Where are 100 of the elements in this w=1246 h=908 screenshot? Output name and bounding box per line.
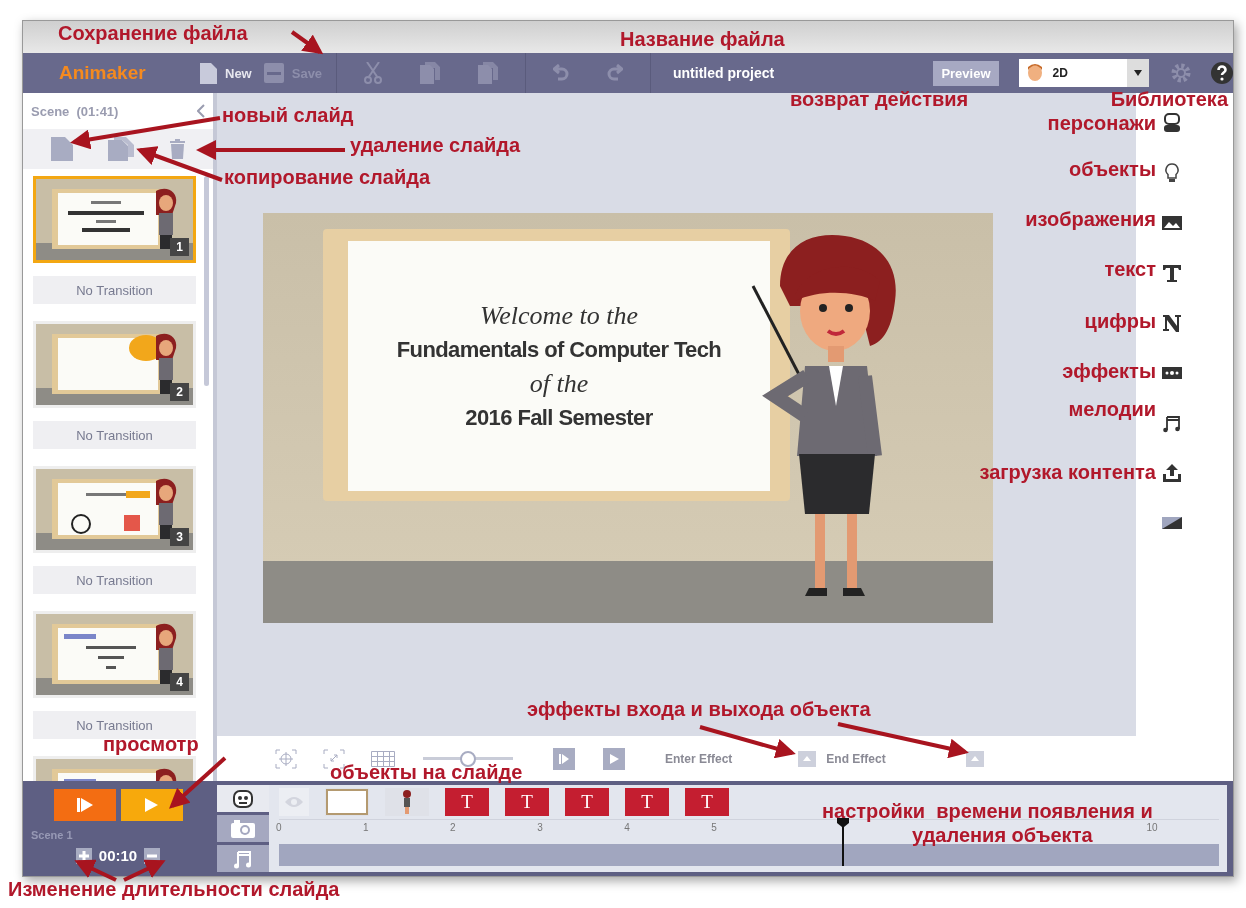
cut-button[interactable] — [364, 62, 383, 84]
library-button[interactable] — [1162, 313, 1182, 333]
scissors-icon — [364, 62, 383, 84]
trash-icon — [170, 139, 186, 159]
board-icon — [326, 789, 368, 815]
annotation-arrow — [74, 859, 117, 882]
character-figure-icon — [401, 790, 413, 814]
caret-up-icon — [803, 756, 812, 761]
upload-icon — [1162, 463, 1182, 483]
scene-duration: 00:10 — [98, 847, 138, 864]
copy-icon — [420, 62, 441, 84]
slide-number: 1 — [170, 238, 189, 256]
delete-slide-button[interactable] — [170, 139, 186, 159]
scene-label: Scene 1 — [31, 829, 73, 841]
annotation-label: цифры — [1084, 310, 1156, 333]
annotation-label: загрузка контента — [979, 461, 1156, 484]
text-object-button[interactable]: T — [625, 788, 669, 816]
pages-icon — [108, 137, 135, 161]
project-title: untitled project — [673, 65, 776, 81]
slide-thumbnail[interactable]: 4 — [33, 611, 196, 698]
music-note-icon — [233, 848, 253, 869]
robot-face-icon — [233, 789, 253, 808]
play-from-icon — [559, 753, 569, 764]
play-button[interactable] — [120, 789, 183, 821]
library-button[interactable] — [1162, 213, 1182, 233]
annotation-label: возврат действия — [790, 88, 969, 111]
transition-button[interactable]: No Transition — [33, 566, 196, 594]
play-from-button[interactable] — [553, 747, 575, 770]
copy-slide-button[interactable] — [108, 137, 135, 161]
transition-button[interactable]: No Transition — [33, 276, 196, 304]
caret-up-icon — [970, 756, 979, 761]
annotation-label: удаление слайда — [350, 134, 521, 157]
tick-label: 10 — [1146, 822, 1158, 833]
text-object-button[interactable]: T — [505, 788, 549, 816]
tick-label: 0 — [276, 822, 282, 833]
annotation-label: Название файла — [620, 28, 785, 51]
end-effect-button[interactable] — [965, 750, 984, 767]
avatar-icon — [1026, 64, 1043, 82]
light-bulb-icon — [1162, 163, 1182, 183]
tick-label: 5 — [711, 822, 717, 833]
help-button[interactable] — [1211, 62, 1233, 84]
annotation-label: персонажи — [1047, 112, 1156, 135]
scrollbar[interactable] — [204, 176, 209, 386]
tick-label: 3 — [537, 822, 543, 833]
plus-icon — [78, 850, 89, 861]
library-button[interactable] — [1162, 413, 1182, 433]
chevron-left-icon — [197, 104, 205, 118]
library-button[interactable] — [1162, 163, 1182, 183]
board-object-button[interactable] — [325, 788, 369, 816]
annotation-label: эффекты входа и выхода объекта — [527, 698, 871, 721]
slide-number: 4 — [170, 673, 189, 691]
enter-effect-label: Enter Effect — [665, 751, 733, 766]
number-icon — [1162, 313, 1182, 333]
redo-button[interactable] — [607, 64, 624, 82]
center-button[interactable] — [275, 748, 297, 769]
new-file-icon — [200, 62, 217, 84]
settings-icon — [1171, 63, 1191, 83]
slide-thumbnail[interactable]: 2 — [33, 321, 196, 408]
text-object-button[interactable]: T — [445, 788, 489, 816]
character-object-button[interactable] — [385, 788, 429, 816]
text-object-button[interactable]: T — [685, 788, 729, 816]
character-icon — [1162, 113, 1182, 133]
annotation-arrow — [169, 756, 227, 809]
caret-icon — [1134, 70, 1142, 76]
tick-label: 4 — [624, 822, 630, 833]
collapse-button[interactable] — [197, 104, 205, 118]
annotation-label: настройки времени появления и — [822, 800, 1153, 823]
annotation-label: объекты на слайде — [330, 761, 523, 784]
app-logo: Animaker — [59, 62, 147, 84]
redo-icon — [607, 64, 624, 82]
image-icon — [1162, 213, 1182, 233]
text-icon — [1162, 263, 1182, 283]
annotation-label: эффекты — [1062, 360, 1156, 383]
enter-effect-button[interactable] — [798, 750, 817, 767]
slide-thumbnail[interactable]: 1 — [33, 176, 196, 263]
help-icon — [1211, 62, 1233, 84]
slide-thumbnail[interactable]: 3 — [33, 466, 196, 553]
annotation-label: текст — [1104, 258, 1156, 281]
transition-button[interactable]: No Transition — [33, 711, 196, 739]
page-icon — [50, 137, 73, 161]
settings-button[interactable] — [1171, 63, 1191, 83]
library-button[interactable] — [1162, 113, 1182, 133]
new-slide-button[interactable] — [50, 137, 73, 161]
timeline-tab[interactable] — [217, 785, 269, 812]
paste-icon — [478, 62, 499, 84]
library-button[interactable] — [1162, 263, 1182, 283]
undo-icon — [553, 64, 570, 82]
play-icon — [145, 798, 158, 812]
play-icon — [609, 753, 619, 764]
paste-button[interactable] — [478, 62, 499, 84]
slide-text: Welcome to the — [480, 301, 638, 331]
undo-button[interactable] — [553, 64, 570, 82]
new-button[interactable]: New — [194, 62, 258, 84]
library-button[interactable] — [1162, 463, 1182, 483]
copy-button[interactable] — [420, 62, 441, 84]
transition-button[interactable]: No Transition — [33, 421, 196, 449]
tick-label: 2 — [450, 822, 456, 833]
mode-dropdown[interactable]: 2D — [1018, 59, 1149, 87]
text-object-button[interactable]: T — [565, 788, 609, 816]
slide-text: of the — [529, 369, 589, 399]
